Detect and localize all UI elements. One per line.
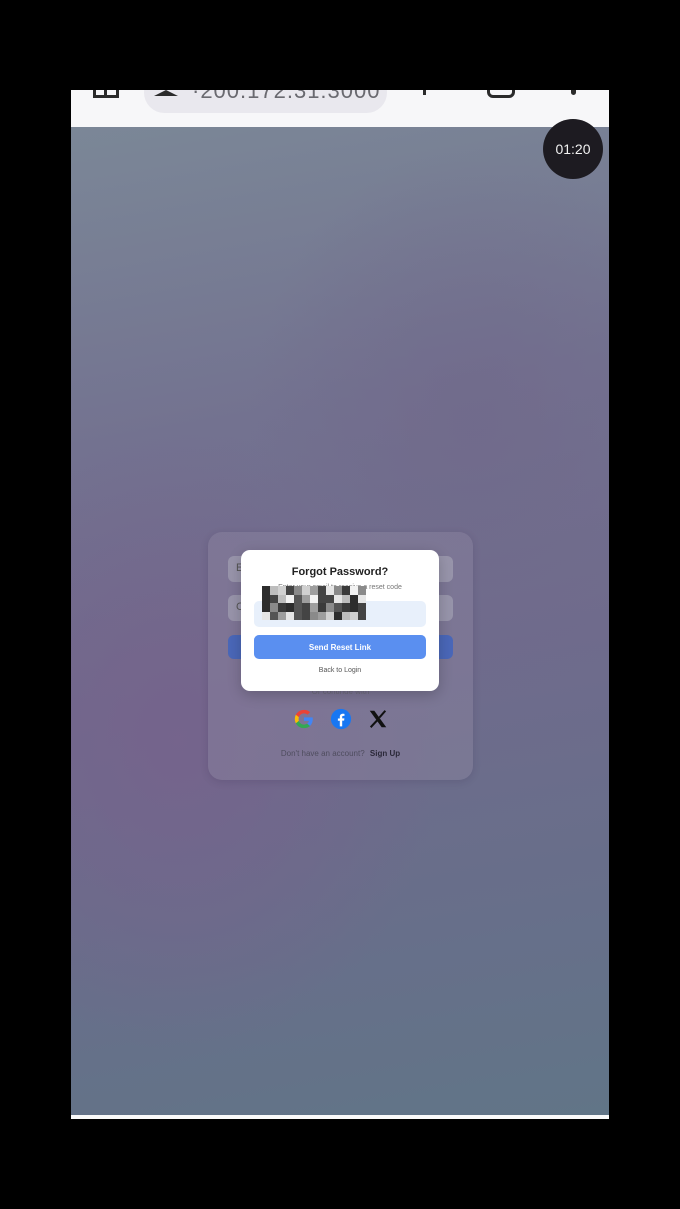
home-icon[interactable] [93, 90, 119, 98]
new-tab-icon[interactable] [423, 90, 426, 95]
redacted-pixelation [262, 586, 366, 620]
signup-prompt: Don't have an account? [280, 749, 365, 758]
signup-link[interactable]: Sign Up [370, 749, 400, 758]
back-to-login-link[interactable]: Back to Login [241, 667, 439, 674]
dialog-title: Forgot Password? [291, 566, 389, 578]
timer-text: 01:20 [555, 141, 591, 157]
facebook-icon[interactable] [330, 708, 352, 730]
recording-timer-badge: 01:20 [543, 119, 603, 179]
forgot-password-dialog: Forgot Password? Enter your email to rec… [241, 550, 439, 691]
signup-row: Don't have an account? Sign Up [208, 749, 473, 758]
browser-toolbar: ·200.172.31:3000 [71, 90, 609, 127]
address-bar[interactable]: ·200.172.31:3000 [144, 90, 387, 113]
tab-switcher-icon[interactable] [487, 90, 515, 98]
url-text: ·200.172.31:3000 [192, 90, 381, 103]
more-menu-icon[interactable] [571, 90, 576, 95]
social-login-row [208, 708, 473, 730]
site-info-icon[interactable] [154, 90, 178, 96]
phone-screen: ·200.172.31:3000 01:20 E C Or continue w… [71, 90, 609, 1119]
google-icon[interactable] [293, 708, 315, 730]
bottom-edge [71, 1115, 609, 1119]
send-reset-link-button[interactable]: Send Reset Link [254, 635, 426, 659]
x-icon[interactable] [367, 708, 389, 730]
